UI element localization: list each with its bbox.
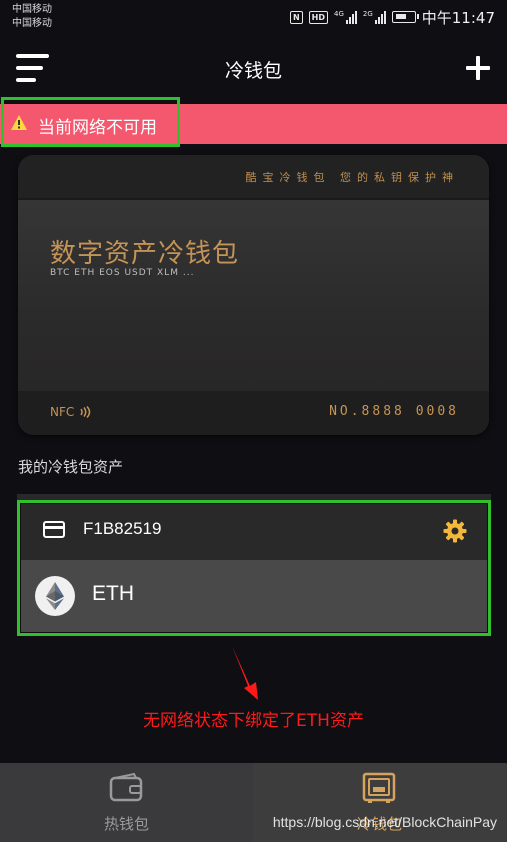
status-icons: N HD 4G 2G 中午11:47 <box>289 8 495 27</box>
nfc-label: NFC <box>50 405 75 419</box>
battery-icon <box>391 11 419 23</box>
highlight-box-banner <box>1 97 180 147</box>
hd-status-icon: HD <box>308 10 328 24</box>
safe-icon <box>362 772 396 803</box>
app-header: 冷钱包 <box>0 34 507 104</box>
carrier-label-2: 中国移动 <box>12 18 52 29</box>
annotation-arrow-icon <box>232 646 258 700</box>
carrier-label-1: 中国移动 <box>12 4 52 15</box>
tab-label: 热钱包 <box>103 815 149 833</box>
highlight-box-assets <box>17 500 491 636</box>
cold-wallet-card: 酷宝冷钱包 您的私钥保护神 数字资产冷钱包 BTC ETH EOS USDT X… <box>18 155 489 435</box>
bottom-nav: 热钱包 冷钱包 <box>0 763 507 842</box>
status-bar: 中国移动 中国移动 N HD 4G 2G 中午11:47 <box>0 0 507 34</box>
card-title: 数字资产冷钱包 <box>50 239 240 269</box>
status-time: 中午11:47 <box>421 8 495 27</box>
annotation-text: 无网络状态下绑定了ETH资产 <box>143 711 364 731</box>
nfc-status-icon: N <box>289 10 303 24</box>
card-nfc: NFC <box>50 405 92 419</box>
plus-icon[interactable] <box>466 56 490 80</box>
watermark: https://blog.csdn.net/BlockChainPay <box>272 814 497 830</box>
card-number: NO.8888 0008 <box>329 404 459 419</box>
signal-icon: 4G <box>334 10 357 24</box>
card-top-bar: 酷宝冷钱包 您的私钥保护神 <box>18 155 489 200</box>
signal-icon-2: 2G <box>363 10 386 24</box>
card-supported-coins: BTC ETH EOS USDT XLM ... <box>50 268 195 278</box>
nfc-wave-icon <box>80 406 91 418</box>
tab-hot-wallet[interactable]: 热钱包 <box>0 763 253 842</box>
assets-section-label: 我的冷钱包资产 <box>18 458 124 476</box>
tab-cold-wallet[interactable]: 冷钱包 <box>253 763 506 842</box>
wallet-icon <box>109 772 143 802</box>
card-bottom-bar: NFC NO.8888 0008 <box>18 391 489 435</box>
page-title: 冷钱包 <box>224 60 282 82</box>
card-slogan: 酷宝冷钱包 您的私钥保护神 <box>245 171 459 184</box>
